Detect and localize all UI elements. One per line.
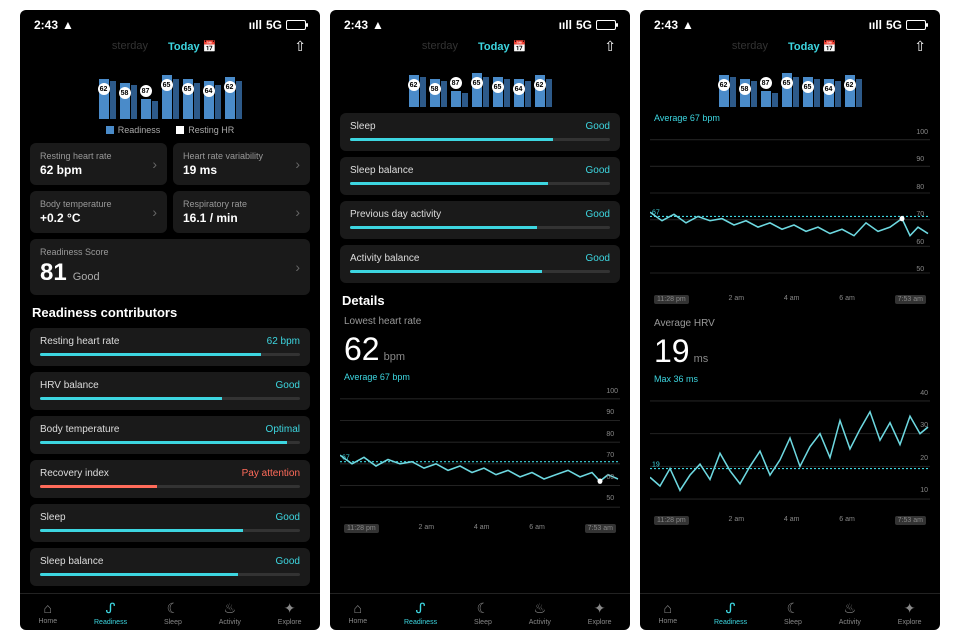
- stat-hrv[interactable]: Heart rate variability19 ms›: [173, 143, 310, 185]
- chevron-right-icon: ›: [152, 156, 157, 172]
- details-title: Details: [342, 293, 618, 308]
- person-icon: ▲: [372, 18, 384, 32]
- status-time: 2:43: [34, 18, 58, 32]
- battery-icon: [906, 20, 926, 30]
- chevron-right-icon: ›: [152, 204, 157, 220]
- share-icon[interactable]: ⇧: [604, 38, 616, 55]
- max-hrv-label: Max 36 ms: [654, 374, 926, 384]
- contributor-sleep-balance[interactable]: Sleep balanceGood: [340, 157, 620, 195]
- person-icon: ▲: [62, 18, 74, 32]
- tab-readiness[interactable]: ᔑReadiness: [714, 600, 747, 626]
- svg-text:19: 19: [652, 459, 660, 468]
- lowest-hr-label: Lowest heart rate: [344, 316, 616, 327]
- sparkle-icon: ✦: [284, 600, 296, 617]
- calendar-icon: 📅: [513, 41, 527, 53]
- status-bar: 2:43 ▲ ııll 5G: [640, 10, 940, 36]
- chart-legend: Readiness Resting HR: [30, 125, 310, 135]
- readiness-bar-chart[interactable]: 62 58 87 65 65 64 62: [340, 63, 620, 107]
- readiness-bar-chart[interactable]: 62 58 87 65 65 64 62: [30, 63, 310, 119]
- tab-explore[interactable]: ✦Explore: [588, 600, 612, 626]
- contributor-sleep[interactable]: SleepGood: [340, 113, 620, 151]
- hr-yaxis: 1009080706050: [916, 129, 928, 273]
- tab-sleep[interactable]: ☾Sleep: [474, 600, 492, 626]
- bottom-tab-bar: ⌂Home ᔑReadiness ☾Sleep ♨Activity ✦Explo…: [640, 593, 940, 630]
- hrv-yaxis: 40302010: [920, 390, 928, 494]
- screen-readiness-detail: 2:43 ▲ ııll 5G sterday Today 📅 ⇧ 62 58 8…: [330, 10, 630, 630]
- hrv-xaxis: 11:28 pm2 am4 am6 am7:53 am: [650, 516, 930, 525]
- avg-hrv-label: Average HRV: [654, 318, 926, 329]
- date-nav: sterday Today 📅 ⇧: [640, 36, 940, 59]
- contributor-hrv-balance[interactable]: HRV balanceGood: [30, 372, 310, 410]
- tab-activity[interactable]: ♨Activity: [219, 600, 241, 626]
- share-icon[interactable]: ⇧: [294, 38, 306, 55]
- screen-readiness-main: 2:43 ▲ ııll 5G sterday Today 📅 ⇧ 62 58 8…: [20, 10, 320, 630]
- contributor-sleep[interactable]: SleepGood: [30, 504, 310, 542]
- hrv-line-chart[interactable]: 19 40302010: [650, 390, 930, 510]
- tab-explore[interactable]: ✦Explore: [278, 600, 302, 626]
- signal-icon: ııll: [869, 18, 882, 32]
- stat-resting-hr[interactable]: Resting heart rate62 bpm›: [30, 143, 167, 185]
- flame-icon: ♨: [224, 600, 237, 617]
- signal-icon: ııll: [559, 18, 572, 32]
- calendar-icon: 📅: [823, 41, 837, 53]
- battery-icon: [596, 20, 616, 30]
- readiness-icon: ᔑ: [106, 600, 116, 617]
- stat-respiratory[interactable]: Respiratory rate16.1 / min›: [173, 191, 310, 233]
- contributor-body-temperature[interactable]: Body temperatureOptimal: [30, 416, 310, 454]
- tab-home[interactable]: ⌂Home: [38, 600, 57, 626]
- tab-activity[interactable]: ♨Activity: [529, 600, 551, 626]
- hr-yaxis: 1009080706050: [606, 388, 618, 502]
- battery-icon: [286, 20, 306, 30]
- home-icon: ⌂: [44, 600, 52, 616]
- avg-hr-label: Average 67 bpm: [654, 113, 926, 123]
- moon-icon: ☾: [167, 600, 180, 617]
- date-nav: sterday Today 📅 ⇧: [20, 36, 320, 59]
- contributor-previous-day-activity[interactable]: Previous day activityGood: [340, 201, 620, 239]
- tab-activity[interactable]: ♨Activity: [839, 600, 861, 626]
- avg-hr-label: Average 67 bpm: [344, 372, 616, 382]
- readiness-bar-chart[interactable]: 62 58 87 65 65 64 62: [650, 63, 930, 107]
- bottom-tab-bar: ⌂Home ᔑReadiness ☾Sleep ♨Activity ✦Explo…: [330, 593, 630, 630]
- tab-sleep[interactable]: ☾Sleep: [784, 600, 802, 626]
- signal-icon: ııll: [249, 18, 262, 32]
- tab-readiness[interactable]: ᔑReadiness: [404, 600, 437, 626]
- tab-readiness[interactable]: ᔑReadiness: [94, 600, 127, 626]
- tab-today[interactable]: Today 📅: [478, 40, 526, 53]
- tab-explore[interactable]: ✦Explore: [898, 600, 922, 626]
- avg-hrv-value: 19ms: [654, 333, 926, 370]
- tab-yesterday[interactable]: sterday: [422, 40, 458, 53]
- hr-xaxis: 11:28 pm2 am4 am6 am7:53 am: [340, 524, 620, 533]
- contributor-recovery-index[interactable]: Recovery indexPay attention: [30, 460, 310, 498]
- hr-line-chart[interactable]: 67 1009080706050: [650, 129, 930, 289]
- hr-line-chart[interactable]: 67 1009080706050: [340, 388, 620, 518]
- calendar-icon: 📅: [203, 41, 217, 53]
- chevron-right-icon: ›: [295, 259, 300, 275]
- tab-home[interactable]: ⌂Home: [658, 600, 677, 626]
- contributor-resting-heart-rate[interactable]: Resting heart rate62 bpm: [30, 328, 310, 366]
- person-icon: ▲: [682, 18, 694, 32]
- status-bar: 2:43 ▲ ııll 5G: [330, 10, 630, 36]
- status-bar: 2:43 ▲ ııll 5G: [20, 10, 320, 36]
- tab-today[interactable]: Today 📅: [788, 40, 836, 53]
- tab-yesterday[interactable]: sterday: [112, 40, 148, 53]
- contributor-activity-balance[interactable]: Activity balanceGood: [340, 245, 620, 283]
- share-icon[interactable]: ⇧: [914, 38, 926, 55]
- network-label: 5G: [266, 18, 282, 32]
- contributor-sleep-balance[interactable]: Sleep balanceGood: [30, 548, 310, 586]
- tab-today[interactable]: Today 📅: [168, 40, 216, 53]
- lowest-hr-value: 62bpm: [344, 331, 616, 368]
- date-nav: sterday Today 📅 ⇧: [330, 36, 630, 59]
- stat-body-temp[interactable]: Body temperature+0.2 °C›: [30, 191, 167, 233]
- tab-sleep[interactable]: ☾Sleep: [164, 600, 182, 626]
- stat-readiness-score[interactable]: Readiness Score81Good›: [30, 239, 310, 295]
- bottom-tab-bar: ⌂Home ᔑReadiness ☾Sleep ♨Activity ✦Explo…: [20, 593, 320, 630]
- tab-home[interactable]: ⌂Home: [348, 600, 367, 626]
- chevron-right-icon: ›: [295, 204, 300, 220]
- contributors-title: Readiness contributors: [32, 305, 308, 320]
- chevron-right-icon: ›: [295, 156, 300, 172]
- hr-xaxis: 11:28 pm2 am4 am6 am7:53 am: [650, 295, 930, 304]
- screen-hr-hrv: 2:43 ▲ ııll 5G sterday Today 📅 ⇧ 62 58 8…: [640, 10, 940, 630]
- tab-yesterday[interactable]: sterday: [732, 40, 768, 53]
